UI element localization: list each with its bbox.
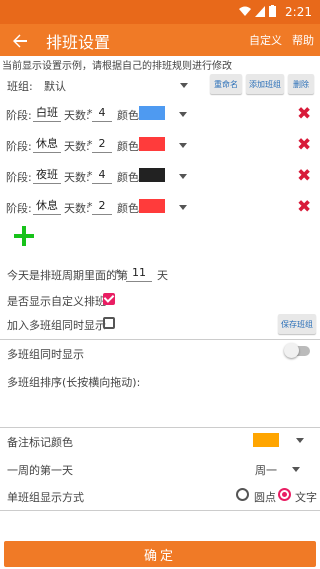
- show-custom-label: 是否显示自定义排班: [7, 295, 106, 308]
- note-color-swatch[interactable]: [253, 433, 279, 447]
- stage-color-dropdown-icon[interactable]: [179, 143, 187, 148]
- delete-stage-icon[interactable]: ✖: [297, 137, 311, 154]
- multi-sort-label: 多班组排序(长按横向拖动):: [7, 376, 141, 389]
- stage-color-dropdown-icon[interactable]: [179, 205, 187, 210]
- delete-stage-icon[interactable]: ✖: [297, 106, 311, 123]
- days-label: 天数:: [64, 202, 90, 215]
- help-button[interactable]: 帮助: [292, 32, 314, 48]
- stage-row: 阶段: 夜班 天数: * 4 颜色: ✖: [6, 166, 316, 190]
- stage-label: 阶段:: [6, 140, 32, 153]
- show-custom-checkbox[interactable]: [103, 293, 115, 305]
- note-color-label: 备注标记颜色: [7, 436, 73, 449]
- stage-label: 阶段:: [6, 171, 32, 184]
- stage-color-swatch[interactable]: [139, 137, 165, 151]
- radio-text-label: 文字: [295, 491, 317, 504]
- add-multi-checkbox[interactable]: [103, 317, 115, 329]
- stage-row: 阶段: 休息 天数: * 2 颜色: ✖: [6, 135, 316, 159]
- stage-color-swatch[interactable]: [139, 106, 165, 120]
- group-select[interactable]: 默认: [44, 78, 66, 94]
- stage-label: 阶段:: [6, 202, 32, 215]
- cycle-prefix: 今天是排班周期里面的第: [7, 269, 128, 282]
- radio-text-option[interactable]: [278, 488, 291, 501]
- cycle-suffix: 天: [157, 269, 168, 282]
- stage-name-input[interactable]: 休息: [33, 135, 61, 153]
- group-dropdown-icon[interactable]: [180, 83, 188, 88]
- stage-color-swatch[interactable]: [139, 168, 165, 182]
- multi-show-label: 多班组同时显示: [7, 348, 84, 361]
- stage-days-input[interactable]: 4: [92, 166, 112, 184]
- status-icons: [239, 5, 276, 17]
- divider: [0, 510, 320, 511]
- add-group-button[interactable]: 添加班组: [246, 74, 284, 94]
- days-label: 天数:: [64, 171, 90, 184]
- note-color-dropdown-icon[interactable]: [296, 438, 304, 443]
- divider: [0, 339, 320, 340]
- stage-days-input[interactable]: 2: [92, 135, 112, 153]
- cycle-required-mark: *: [115, 267, 121, 280]
- radio-dot-option[interactable]: [236, 488, 249, 501]
- multi-show-toggle-knob[interactable]: [284, 343, 299, 358]
- week-start-select[interactable]: 周一: [255, 462, 277, 478]
- signal-icon: [255, 6, 265, 17]
- custom-button[interactable]: 自定义: [249, 32, 282, 48]
- battery-icon: [269, 5, 276, 17]
- stage-name-input[interactable]: 休息: [33, 197, 61, 215]
- add-stage-plus-icon[interactable]: [14, 226, 34, 246]
- week-start-label: 一周的第一天: [7, 464, 73, 477]
- stage-color-swatch[interactable]: [139, 199, 165, 213]
- days-label: 天数:: [64, 109, 90, 122]
- stage-row: 阶段: 白班 天数: * 4 颜色: ✖: [6, 104, 316, 128]
- status-time: 2:21: [285, 5, 312, 19]
- add-multi-label: 加入多班组同时显示: [7, 319, 106, 332]
- week-start-dropdown-icon[interactable]: [292, 467, 300, 472]
- cycle-day-input[interactable]: 11: [126, 264, 152, 282]
- divider: [0, 427, 320, 428]
- stage-name-input[interactable]: 夜班: [33, 166, 61, 184]
- save-group-button[interactable]: 保存班组: [278, 314, 316, 334]
- stage-label: 阶段:: [6, 109, 32, 122]
- stage-color-dropdown-icon[interactable]: [179, 112, 187, 117]
- stage-days-input[interactable]: 4: [92, 104, 112, 122]
- confirm-button[interactable]: 确定: [4, 541, 316, 567]
- group-label: 班组:: [7, 80, 33, 93]
- delete-stage-icon[interactable]: ✖: [297, 168, 311, 185]
- radio-dot-label: 圆点: [254, 491, 276, 504]
- delete-stage-icon[interactable]: ✖: [297, 199, 311, 216]
- rename-button[interactable]: 重命名: [210, 74, 242, 94]
- stage-days-input[interactable]: 2: [92, 197, 112, 215]
- wifi-icon: [239, 6, 251, 16]
- stage-row: 阶段: 休息 天数: * 2 颜色: ✖: [6, 197, 316, 221]
- page-title: 排班设置: [46, 33, 111, 52]
- stage-name-input[interactable]: 白班: [33, 104, 61, 122]
- display-mode-label: 单班组显示方式: [7, 491, 84, 504]
- delete-group-button[interactable]: 删除: [288, 74, 314, 94]
- status-bar: 2:21: [0, 0, 320, 24]
- app-toolbar: 排班设置 自定义 帮助: [0, 24, 320, 56]
- arrow-left-icon[interactable]: [10, 27, 30, 54]
- hint-text: 当前显示设置示例，请根据自己的排班规则进行修改: [2, 61, 232, 72]
- stage-color-dropdown-icon[interactable]: [179, 174, 187, 179]
- days-label: 天数:: [64, 140, 90, 153]
